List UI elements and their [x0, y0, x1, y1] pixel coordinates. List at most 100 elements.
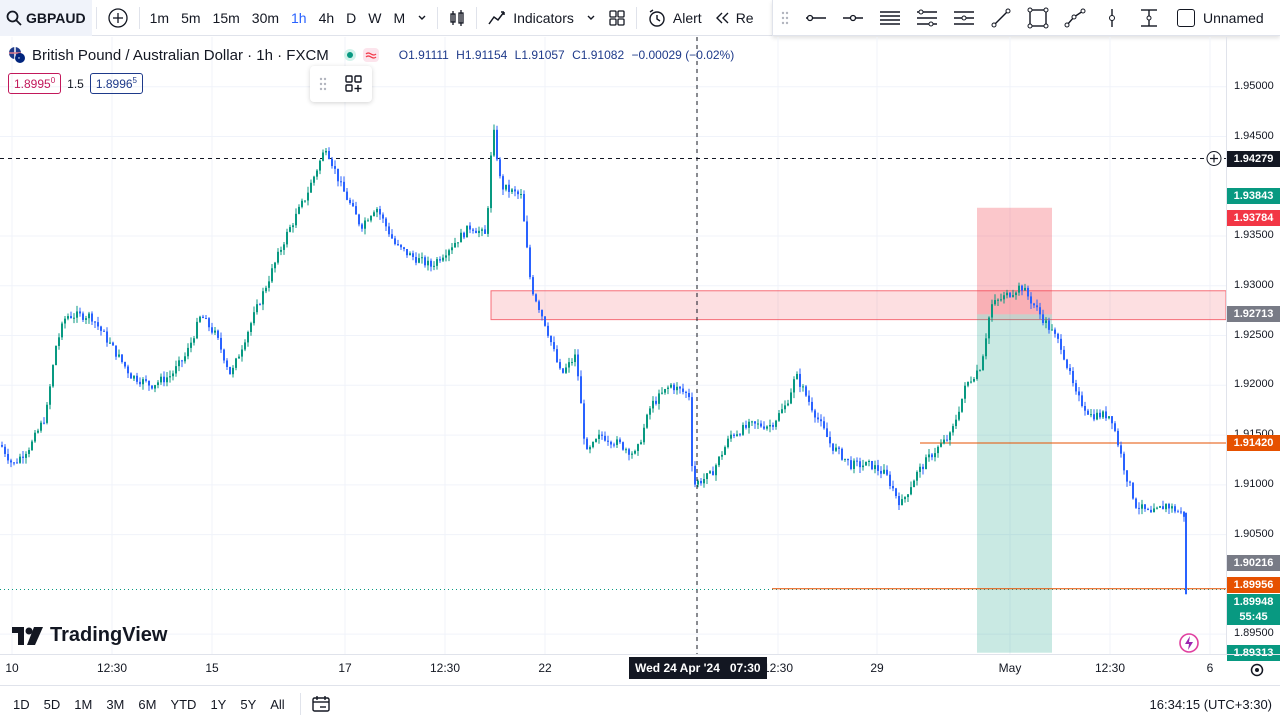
candle-body	[484, 229, 486, 234]
indicators-label: Indicators	[513, 9, 574, 26]
candle-body	[967, 381, 969, 386]
time-axis[interactable]: 10 12:30 15 17 12:30 22 12:30 29 May 12:30 6 Wed 24…	[0, 654, 1280, 684]
timeframe-5m[interactable]: 5m	[175, 0, 206, 36]
candle-body	[1048, 320, 1050, 330]
candle-body	[481, 229, 483, 231]
symbol-search-button[interactable]: GBPAUD	[0, 0, 92, 36]
timeframe-15m[interactable]: 15m	[207, 0, 246, 36]
parallel-channel-tool[interactable]	[871, 1, 908, 35]
time-tick: 29	[870, 661, 884, 675]
candle-body	[766, 426, 768, 429]
candle-body	[691, 397, 693, 467]
candle-body	[421, 257, 423, 259]
timeframe-1m[interactable]: 1m	[144, 0, 175, 36]
timeframe-m[interactable]: M	[388, 0, 412, 36]
candle-body	[979, 370, 981, 372]
buy-button[interactable]: 1.89965	[89, 73, 143, 94]
drag-handle-icon[interactable]	[319, 77, 327, 91]
go-to-date-button[interactable]	[305, 689, 337, 719]
search-icon	[6, 10, 22, 26]
tradingview-logo: TradingView	[12, 624, 167, 647]
candle-body	[1051, 329, 1053, 331]
candle-body	[1015, 292, 1017, 296]
candle-body	[913, 480, 915, 488]
candle-body	[1078, 391, 1080, 396]
candle-body	[796, 373, 798, 380]
range-5y[interactable]: 5Y	[233, 689, 263, 719]
timeframe-4h[interactable]: 4h	[313, 0, 341, 36]
layout-name-toggle[interactable]: Unnamed	[1177, 8, 1264, 27]
add-widget-icon[interactable]	[344, 74, 364, 94]
range-1d[interactable]: 1D	[6, 689, 37, 719]
candle-body	[61, 323, 63, 338]
range-1y[interactable]: 1Y	[203, 689, 233, 719]
candle-body	[151, 385, 153, 389]
timeframe-d[interactable]: D	[340, 0, 362, 36]
candle-body	[610, 441, 612, 445]
time-tick: 15	[205, 661, 219, 675]
compare-button[interactable]	[101, 0, 135, 36]
path-icon	[1064, 8, 1085, 27]
timeframe-dropdown[interactable]	[411, 0, 433, 36]
candle-body	[706, 473, 708, 480]
candle-body	[301, 200, 303, 207]
candle-body	[934, 453, 936, 458]
pitchfork-tool[interactable]	[945, 1, 982, 35]
anchored-vwap-tool[interactable]	[1130, 1, 1167, 35]
horizontal-ray-tool[interactable]	[797, 1, 834, 35]
layout-button[interactable]	[602, 0, 632, 36]
indicators-dropdown[interactable]	[580, 0, 602, 36]
candle-body	[1159, 506, 1161, 508]
candle-body	[70, 316, 72, 319]
range-all[interactable]: All	[263, 689, 291, 719]
market-open-icon[interactable]	[343, 48, 357, 62]
candle-body	[175, 366, 177, 374]
alert-button[interactable]: Alert	[641, 0, 708, 36]
timeframe-30m[interactable]: 30m	[246, 0, 285, 36]
indicators-button[interactable]: Indicators	[481, 0, 580, 36]
replay-button[interactable]: Re	[708, 0, 760, 36]
candle-body	[568, 362, 570, 368]
price-label: 1.93843	[1227, 187, 1280, 204]
candle-body	[1084, 406, 1086, 411]
candle-body	[1114, 423, 1116, 431]
range-6m[interactable]: 6M	[131, 689, 163, 719]
candle-body	[463, 232, 465, 238]
sell-button[interactable]: 1.89950	[8, 73, 62, 94]
drawing-toolbar-drag-handle[interactable]	[773, 1, 797, 35]
time-settings-icon[interactable]	[1249, 662, 1265, 678]
layout-checkbox[interactable]	[1177, 8, 1195, 27]
candle-body	[907, 494, 909, 498]
fib-retracement-tool[interactable]	[908, 1, 945, 35]
trend-line-tool[interactable]	[982, 1, 1019, 35]
price-chart[interactable]	[0, 37, 1226, 654]
candle-body	[613, 444, 615, 446]
horizontal-line-tool[interactable]	[834, 1, 871, 35]
candle-body	[1183, 511, 1185, 517]
candle-body	[667, 387, 669, 389]
vertical-line-tool[interactable]	[1093, 1, 1130, 35]
separator	[437, 6, 439, 29]
path-tool[interactable]	[1056, 1, 1093, 35]
range-1m[interactable]: 1M	[67, 689, 99, 719]
timeframe-w[interactable]: W	[362, 0, 387, 36]
rectangle-tool[interactable]	[1019, 1, 1056, 35]
chart-type-button[interactable]	[442, 0, 472, 36]
candle-body	[1018, 285, 1020, 293]
chevron-down-icon	[418, 15, 426, 20]
candle-body	[298, 206, 300, 214]
close-value: C1.91082	[572, 48, 625, 62]
lightning-icon[interactable]	[1178, 632, 1200, 654]
candle-body	[745, 424, 747, 428]
candle-body	[517, 191, 519, 195]
range-3m[interactable]: 3M	[99, 689, 131, 719]
range-5d[interactable]: 5D	[37, 689, 68, 719]
wave-icon[interactable]	[362, 48, 379, 62]
range-ytd[interactable]: YTD	[163, 689, 203, 719]
timeframe-1h[interactable]: 1h	[285, 0, 313, 36]
candle-body	[772, 424, 774, 427]
clock[interactable]: 16:34:15 (UTC+3:30)	[1150, 697, 1272, 712]
candle-body	[850, 460, 852, 469]
candle-body	[724, 447, 726, 455]
candle-body	[862, 465, 864, 468]
